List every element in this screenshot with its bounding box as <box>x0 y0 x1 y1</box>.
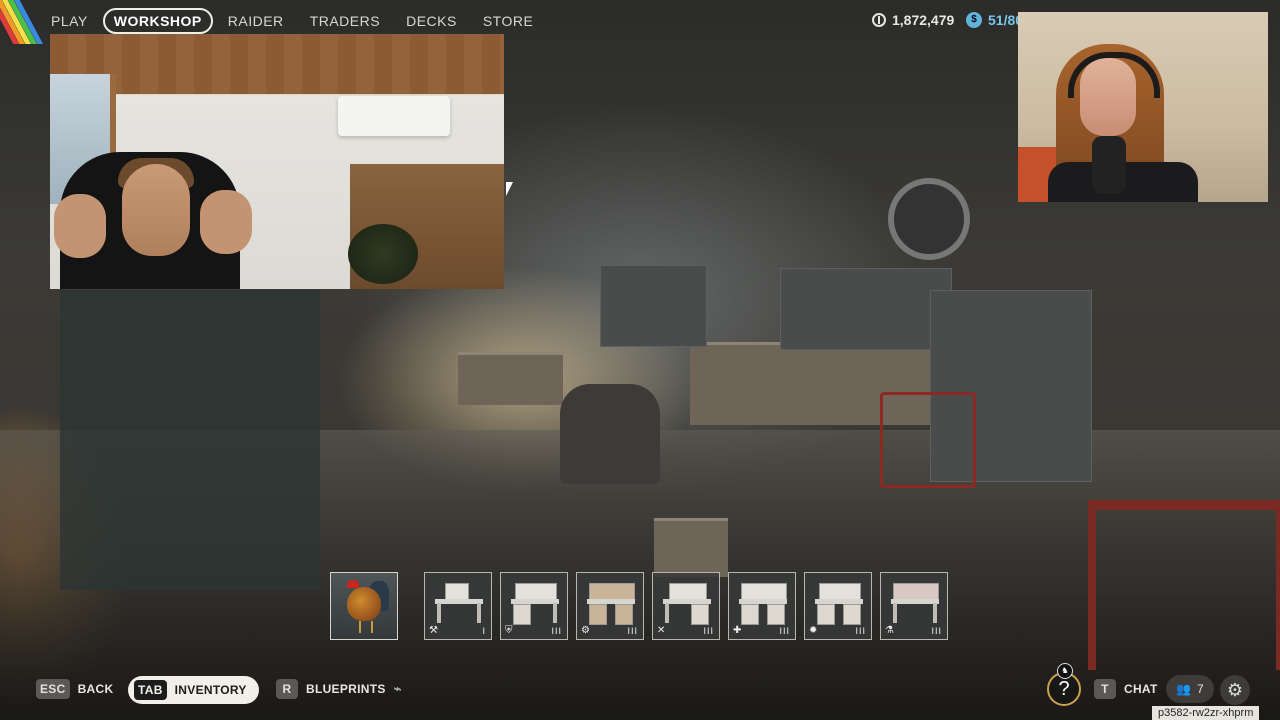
station-rooster[interactable] <box>330 572 398 640</box>
mouse-cursor <box>506 182 513 196</box>
rooster-badge-icon: ♞ <box>1057 663 1073 679</box>
webcam-plant <box>348 224 418 284</box>
blueprint-icon: ⌁ <box>393 681 402 696</box>
nav-raider[interactable]: RAIDER <box>217 8 295 34</box>
station-level: III <box>703 626 714 636</box>
scene-surgical-lamp <box>888 178 970 260</box>
blueprints-button[interactable]: R BLUEPRINTS ⌁ <box>276 679 402 699</box>
nav-traders[interactable]: TRADERS <box>299 8 391 34</box>
scene-red-table <box>1088 500 1280 670</box>
workbench-image <box>587 579 635 625</box>
workbench-image <box>663 579 711 625</box>
rooster-body <box>347 587 381 621</box>
station-level: III <box>627 626 638 636</box>
session-code: p3582-rw2zr-xhprm <box>1152 706 1260 720</box>
scene-desk <box>458 352 563 405</box>
friends-count: 7 <box>1196 682 1204 696</box>
station-level: III <box>931 626 942 636</box>
webcam-ceiling <box>50 34 504 94</box>
coin-amount: 1,872,479 <box>892 12 955 28</box>
station-refiner[interactable]: ⚗ III <box>880 572 948 640</box>
workbench-image <box>435 579 483 625</box>
webcam-hand-left <box>54 194 106 258</box>
webcam-hand-right <box>200 190 252 254</box>
chat-label: CHAT <box>1124 682 1158 696</box>
station-gunsmith[interactable]: ⛨ III <box>500 572 568 640</box>
webcam-air-conditioner <box>338 96 450 136</box>
medical-cross-icon: ✚ <box>733 625 742 636</box>
station-level: III <box>855 626 866 636</box>
nav-workshop[interactable]: WORKSHOP <box>102 8 213 34</box>
nav-play[interactable]: PLAY <box>40 8 99 34</box>
settings-gear-icon[interactable]: ⚙ <box>1220 675 1250 705</box>
webcam-right <box>1018 12 1268 202</box>
station-explosives[interactable]: ✹ III <box>804 572 872 640</box>
scene-red-chair <box>880 392 976 488</box>
key-esc: ESC <box>36 679 70 699</box>
back-button[interactable]: ESC BACK <box>36 679 113 699</box>
gear-icon: ⚙ <box>581 625 590 636</box>
shield-icon: ⛨ <box>505 625 513 636</box>
friends-button[interactable]: 👥 7 <box>1166 675 1214 703</box>
nav-decks[interactable]: DECKS <box>395 8 468 34</box>
workbench-image <box>739 579 787 625</box>
webcam-left <box>50 34 504 289</box>
corner-decoration <box>0 0 44 44</box>
chat-button[interactable]: T CHAT <box>1094 679 1158 699</box>
scene-armchair <box>560 384 660 484</box>
station-level: III <box>779 626 790 636</box>
inventory-button[interactable]: TAB INVENTORY <box>128 676 259 704</box>
workbench-image <box>815 579 863 625</box>
coin-icon <box>872 13 886 27</box>
key-tab: TAB <box>134 680 167 700</box>
token-balance: $ 51/80 <box>966 12 1023 28</box>
blueprints-label: BLUEPRINTS <box>306 682 386 696</box>
flask-icon: ⚗ <box>885 625 894 636</box>
station-utility[interactable]: ✕ III <box>652 572 720 640</box>
scene-crate <box>654 518 728 577</box>
key-t: T <box>1094 679 1116 699</box>
workbench-image <box>891 579 939 625</box>
station-equipment[interactable]: ⚙ III <box>576 572 644 640</box>
station-medical[interactable]: ✚ III <box>728 572 796 640</box>
back-label: BACK <box>77 682 114 696</box>
key-r: R <box>276 679 298 699</box>
rooster-legs <box>359 621 373 633</box>
scene-cabinet <box>780 268 952 350</box>
nav-store[interactable]: STORE <box>472 8 544 34</box>
token-icon: $ <box>966 12 982 28</box>
scene-wall <box>60 290 320 590</box>
station-level: III <box>551 626 562 636</box>
inventory-label: INVENTORY <box>174 683 247 697</box>
workbench-image <box>511 579 559 625</box>
tools-icon: ✕ <box>657 625 666 636</box>
scene-cabinet <box>600 265 707 347</box>
bomb-icon: ✹ <box>809 625 818 636</box>
main-nav: PLAY WORKSHOP RAIDER TRADERS DECKS STORE <box>40 6 544 36</box>
hammer-icon: ⚒ <box>429 625 438 636</box>
coin-balance: 1,872,479 <box>872 12 954 28</box>
webcam-person-head <box>122 164 190 256</box>
rooster-comb <box>347 580 359 588</box>
microphone-icon <box>1092 136 1126 194</box>
station-level: I <box>482 626 486 636</box>
friends-icon: 👥 <box>1176 682 1191 696</box>
station-workbench[interactable]: ⚒ I <box>424 572 492 640</box>
